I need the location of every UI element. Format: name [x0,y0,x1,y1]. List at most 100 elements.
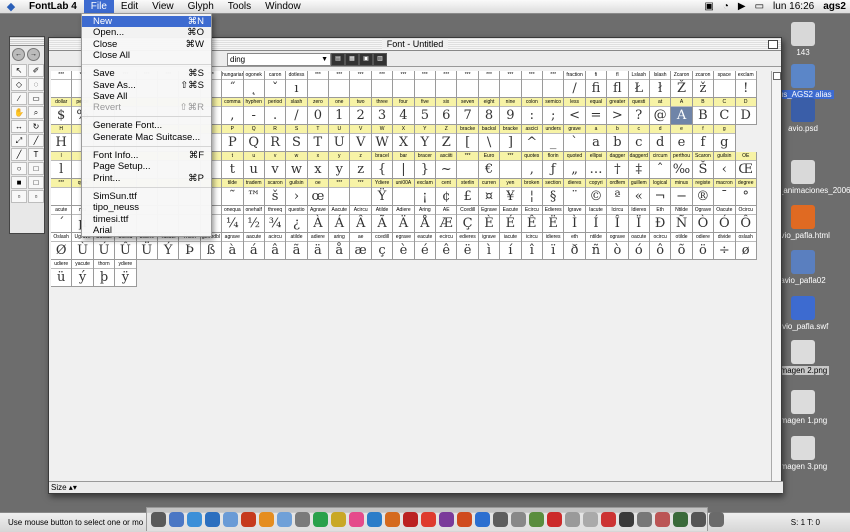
dock-app-icon[interactable] [601,512,616,527]
glyph-cell[interactable]: ydiere ÿ [115,260,137,287]
glyph-cell[interactable]: TT [307,125,330,152]
glyph-cell[interactable]: Thorn Þ [179,233,201,260]
glyph-cell[interactable]: *** [436,71,458,98]
glyph-cell[interactable]: atilde ã [286,233,308,260]
fill-tool-icon[interactable]: ■ [11,176,27,189]
glyph-cell[interactable]: idieres ï [542,233,565,260]
glyph-cell[interactable]: curren ¤ [478,179,501,206]
glyph-cell[interactable]: iacute í [500,233,522,260]
hand-tool-icon[interactable]: ✋ [11,106,27,119]
glyph-cell[interactable]: onequa ¼ [222,206,244,233]
glyph-cell[interactable]: odiere ö [692,233,715,260]
glyph-cell[interactable]: comma, [222,98,244,125]
glyph-cell[interactable]: bracer} [414,152,437,179]
glyph-cell[interactable]: logical ¬ [649,179,672,206]
glyph-cell[interactable]: equal = [585,98,608,125]
file-menu-item-save[interactable]: Save ⌘S [82,68,211,79]
point-tool-icon[interactable]: ▫ [11,190,27,203]
rectangle-tool-icon[interactable]: □ [28,162,44,175]
glyph-cell[interactable]: bracke[ [457,125,479,152]
glyph-cell[interactable]: lslash ł [649,71,672,98]
glyph-cell[interactable]: guilsin ‹ [714,152,736,179]
dock-app-icon[interactable] [295,512,310,527]
pen-tool-icon[interactable]: ✐ [28,64,44,77]
glyph-cell[interactable]: onehalf ½ [243,206,265,233]
glyph-cell[interactable]: tilde ˜ [222,179,244,206]
mode-index-icon[interactable]: ▣ [359,53,373,66]
volume-icon[interactable]: ▶ [738,1,746,12]
contour-tool-icon[interactable]: ◌ [28,78,44,91]
dock-app-icon[interactable] [619,512,634,527]
glyph-cell[interactable]: AA [671,98,693,125]
size-stepper-icon[interactable]: ▴▾ [69,483,77,492]
glyph-cell[interactable]: cent ¢ [436,179,458,206]
glyph-cell[interactable]: backsl \ [478,125,501,152]
file-menu-item-page-setup[interactable]: Page Setup... [82,161,211,172]
glyph-cell[interactable]: zero 0 [307,98,330,125]
glyph-cell[interactable]: quotes, [521,152,543,179]
glyph-cell[interactable]: gg [714,125,736,152]
glyph-cell[interactable]: nine 9 [500,98,522,125]
glyph-cell[interactable]: eacute é [414,233,437,260]
glyph-cell[interactable]: colon: [521,98,543,125]
glyph-cell[interactable]: UU [329,125,351,152]
file-menu-item-save-as[interactable]: Save As... ⇧⌘S [82,80,211,91]
glyph-cell[interactable]: edieres ë [457,233,479,260]
glyph-cell[interactable]: copyri © [585,179,608,206]
glyph-cell[interactable]: three 3 [371,98,394,125]
user-name[interactable]: ags2 [823,1,846,12]
glyph-cell[interactable]: section § [542,179,565,206]
glyph-cell[interactable]: exclam! [735,71,757,98]
glyph-cell[interactable]: OE Œ [735,152,757,179]
glyph-cell[interactable]: Adiere Ä [393,206,415,233]
mode-names-icon[interactable]: ▤ [331,53,345,66]
glyph-cell[interactable]: sterlin £ [457,179,479,206]
glyph-cell[interactable]: Ocircu Ô [735,206,757,233]
line-tool-icon[interactable]: ╱ [11,148,27,161]
glyph-cell[interactable]: aring å [329,233,351,260]
mode-grid-icon[interactable]: ▦ [345,53,359,66]
text-tool-icon[interactable]: T [28,148,44,161]
glyph-cell[interactable]: dagger † [607,152,629,179]
glyph-cell[interactable]: *** [457,152,479,179]
glyph-cell[interactable]: exclam ¡ [414,179,437,206]
glyph-cell[interactable]: questio ¿ [286,206,308,233]
dock-app-icon[interactable] [241,512,256,527]
glyph-cell[interactable]: threeq ¾ [264,206,287,233]
file-menu-item-tipo-neuss[interactable]: tipo_neuss [82,202,211,213]
glyph-cell[interactable]: Lslash Ł [628,71,650,98]
glyph-cell[interactable]: *** [393,71,415,98]
glyph-cell[interactable]: icircu î [521,233,543,260]
dock-app-icon[interactable] [313,512,328,527]
glyph-cell[interactable]: Yacute Ý [157,233,180,260]
glyph-cell[interactable]: HH [51,125,73,152]
glyph-cell[interactable]: *** [371,71,394,98]
eraser-tool-icon[interactable]: ▭ [28,92,44,105]
glyph-cell[interactable]: oacute ó [628,233,650,260]
node-tool-icon[interactable]: ◇ [11,78,27,91]
glyph-cell[interactable]: XX [393,125,415,152]
glyph-cell[interactable]: WW [371,125,394,152]
slant-tool-icon[interactable]: ╱ [28,134,44,147]
glyph-cell[interactable]: eight 8 [478,98,501,125]
dock-app-icon[interactable] [277,512,292,527]
file-menu-item-simsun-ttf[interactable]: SimSun.ttf [82,191,211,202]
glyph-cell[interactable]: grave ` [564,125,586,152]
glyph-cell[interactable]: dotless ı [286,71,308,98]
menu-glyph[interactable]: Glyph [181,0,221,13]
glyph-cell[interactable]: six 6 [436,98,458,125]
input-menu-icon[interactable]: ▣ [704,1,713,12]
dock-app-icon[interactable] [331,512,346,527]
arrow-tool-icon[interactable]: ↖ [11,64,27,77]
glyph-cell[interactable]: degree ° [735,179,757,206]
glyph-cell[interactable]: bracel{ [371,152,394,179]
glyph-cell[interactable]: *** [329,71,351,98]
glyph-cell[interactable]: ee [671,125,693,152]
glyph-cell[interactable]: ecircu ê [436,233,458,260]
ellipse-tool-icon[interactable]: ○ [11,162,27,175]
glyph-cell[interactable]: YY [414,125,437,152]
glyph-cell[interactable]: Ccedill Ç [457,206,479,233]
glyph-cell[interactable]: BB [692,98,715,125]
glyph-cell[interactable]: uu [243,152,265,179]
glyph-cell[interactable]: cc [628,125,650,152]
